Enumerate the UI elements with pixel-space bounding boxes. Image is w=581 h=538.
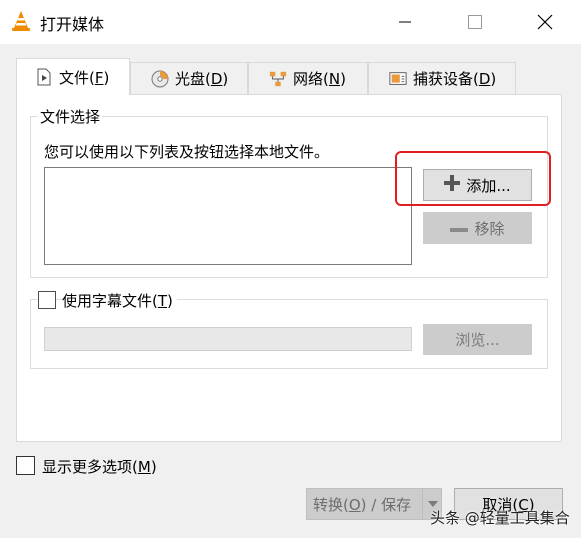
- browse-button[interactable]: 浏览...: [423, 324, 532, 355]
- network-icon: [269, 70, 287, 88]
- file-selection-description: 您可以使用以下列表及按钮选择本地文件。: [44, 143, 330, 161]
- more-options-checkbox[interactable]: [16, 456, 35, 475]
- close-button[interactable]: [522, 0, 568, 44]
- tab-disc[interactable]: 光盘(D): [130, 62, 248, 94]
- disc-icon: [151, 70, 169, 88]
- tab-network[interactable]: 网络(N): [248, 62, 368, 94]
- browse-button-label: 浏览...: [455, 331, 500, 349]
- tab-network-label: 网络(N): [293, 70, 346, 88]
- subtitle-path-field[interactable]: [44, 327, 412, 351]
- file-list[interactable]: [44, 167, 412, 265]
- remove-button[interactable]: 移除: [423, 212, 532, 244]
- tab-file-label: 文件(F): [59, 68, 110, 87]
- capture-icon: [389, 70, 407, 88]
- watermark-text: 头条 @轻量工具集合: [430, 509, 570, 527]
- tab-file[interactable]: 文件(F): [16, 58, 130, 95]
- maximize-icon: [468, 15, 482, 29]
- subtitle-checkbox-label: 使用字幕文件(T): [62, 290, 177, 311]
- maximize-button[interactable]: [452, 0, 498, 44]
- tab-disc-label: 光盘(D): [175, 70, 229, 88]
- minimize-button[interactable]: [382, 0, 428, 44]
- minus-icon: [450, 219, 469, 237]
- vlc-cone-icon: [10, 10, 32, 32]
- remove-button-label: 移除: [474, 219, 505, 238]
- subtitle-checkbox[interactable]: [38, 291, 56, 309]
- minimize-icon: [399, 21, 411, 23]
- file-icon: [35, 68, 53, 86]
- convert-save-label: 转换(O) / 保存: [313, 495, 412, 514]
- annotation-highlight-box: [395, 151, 551, 206]
- file-selection-title: 文件选择: [38, 106, 103, 127]
- more-options-label: 显示更多选项(M): [42, 458, 157, 476]
- close-icon: [537, 14, 553, 30]
- tab-capture[interactable]: 捕获设备(D): [368, 62, 516, 94]
- tab-capture-label: 捕获设备(D): [413, 70, 497, 88]
- window-title: 打开媒体: [40, 15, 105, 34]
